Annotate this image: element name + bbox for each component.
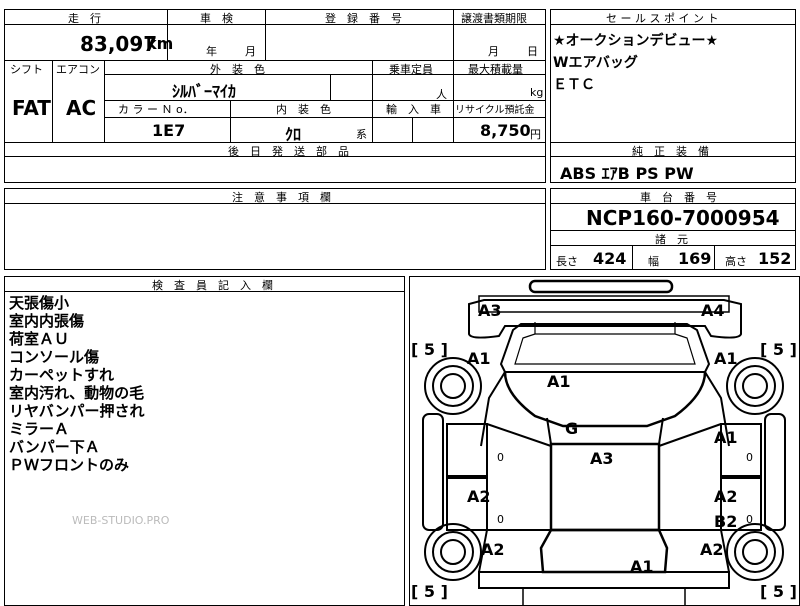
color-no-label: カ ラ ー Ｎ o． [118, 103, 194, 116]
width-value: 169 [678, 249, 712, 268]
zero-mark-3: 0 [746, 451, 753, 464]
mark-a2-rear-right: A2 [700, 540, 724, 559]
later-parts-label: 後 日 発 送 部 品 [228, 145, 349, 158]
recycle-unit: 円 [530, 128, 541, 141]
equipment-label: 純 正 装 備 [632, 145, 709, 158]
mark-a1-trunk: A1 [630, 557, 654, 576]
zero-mark-4: 0 [746, 513, 753, 526]
zero-mark-1: 0 [497, 451, 504, 464]
tire-rear-left: [ 5 ] [411, 582, 448, 601]
sales-line-2: Wエアバッグ [553, 55, 638, 71]
mark-a3-front-left: A3 [478, 301, 502, 320]
ac-label: エアコン [56, 63, 100, 76]
watermark: WEB-STUDIO.PRO [72, 514, 170, 527]
inspection-label: 車 検 [200, 12, 233, 25]
width-label: 幅 [648, 255, 659, 268]
sales-points-label: セ ー ル ス ポ イ ン ト [606, 12, 719, 25]
tire-front-right: [ 5 ] [760, 340, 797, 359]
shift-value: FAT [12, 96, 51, 120]
inspection-month: 月 [245, 45, 256, 58]
mark-a2-right-door: A2 [714, 487, 738, 506]
tire-rear-right: [ 5 ] [760, 582, 797, 601]
mark-a1-hood: A1 [547, 372, 571, 391]
mark-a3-roof: A3 [590, 449, 614, 468]
transfer-month: 月 [488, 45, 499, 58]
inspector-line-3: 荷室ＡＵ [9, 330, 70, 348]
inspector-line-6: 室内汚れ、動物の毛 [9, 384, 145, 402]
capacity-unit: 人 [436, 88, 447, 101]
import-label: 輸 入 車 [386, 103, 441, 116]
chassis-value: NCP160-7000954 [586, 206, 780, 230]
length-label: 長さ [556, 255, 578, 268]
inspector-line-1: 天張傷小 [9, 294, 70, 312]
mark-b2-right-door: B2 [714, 512, 738, 531]
inspector-line-8: ミラーＡ [9, 420, 70, 438]
chassis-label: 車 台 番 号 [640, 191, 717, 204]
interior-suffix: 系 [356, 128, 367, 141]
mileage-unit: km [146, 34, 174, 53]
inspector-line-10: ＰＷフロントのみ [9, 456, 130, 474]
mark-a2-left-door: A2 [467, 487, 491, 506]
mark-a1-front-left: A1 [467, 349, 491, 368]
mark-a4-front-right: A4 [701, 301, 725, 320]
mark-a1-right-door: A1 [714, 428, 738, 447]
height-value: 152 [758, 249, 792, 268]
car-diagram [422, 279, 786, 606]
exterior-value: ｼﾙﾊﾞｰﾏｲｶ [172, 82, 237, 101]
interior-label: 内 装 色 [276, 103, 331, 116]
recycle-label: リサイクル預託金 [455, 105, 535, 116]
zero-mark-2: 0 [497, 513, 504, 526]
inspection-year: 年 [206, 45, 217, 58]
specs-label: 諸 元 [655, 233, 688, 246]
inspector-line-4: コンソール傷 [9, 348, 100, 366]
shift-label: シフト [10, 63, 43, 76]
ac-value: AC [66, 96, 97, 120]
equipment-value: ABS ｴｱB PS PW [560, 164, 694, 183]
height-label: 高さ [725, 255, 747, 268]
transfer-day: 日 [527, 45, 538, 58]
recycle-value: 8,750 [480, 121, 531, 140]
sales-line-1: ★オークションデビュー★ [553, 33, 719, 49]
mark-a1-front-right: A1 [714, 349, 738, 368]
mileage-label: 走 行 [68, 12, 101, 25]
exterior-label: 外 装 色 [210, 63, 265, 76]
capacity-label: 乗車定員 [389, 63, 433, 76]
load-unit: kg [530, 86, 544, 99]
inspector-label: 検 査 員 記 入 欄 [152, 279, 273, 292]
mark-g-glass: G [565, 419, 579, 438]
registration-label: 登 録 番 号 [325, 12, 402, 25]
inspector-line-5: カーペットすれ [9, 366, 115, 384]
transfer-label: 譲渡書類期限 [461, 12, 527, 25]
tire-front-left: [ 5 ] [411, 340, 448, 359]
color-no-value: 1E7 [152, 121, 186, 140]
length-value: 424 [593, 249, 627, 268]
load-label: 最大積載量 [468, 63, 523, 76]
inspector-line-2: 室内内張傷 [9, 312, 85, 330]
mark-a2-rear-left: A2 [481, 540, 505, 559]
inspector-line-9: バンパー下Ａ [9, 438, 100, 456]
interior-value: ｸﾛ [285, 125, 302, 144]
sales-line-3: ＥＴＣ [553, 77, 595, 93]
inspector-line-7: リヤバンパー押され [9, 402, 145, 420]
notes-label: 注 意 事 項 欄 [232, 191, 331, 204]
